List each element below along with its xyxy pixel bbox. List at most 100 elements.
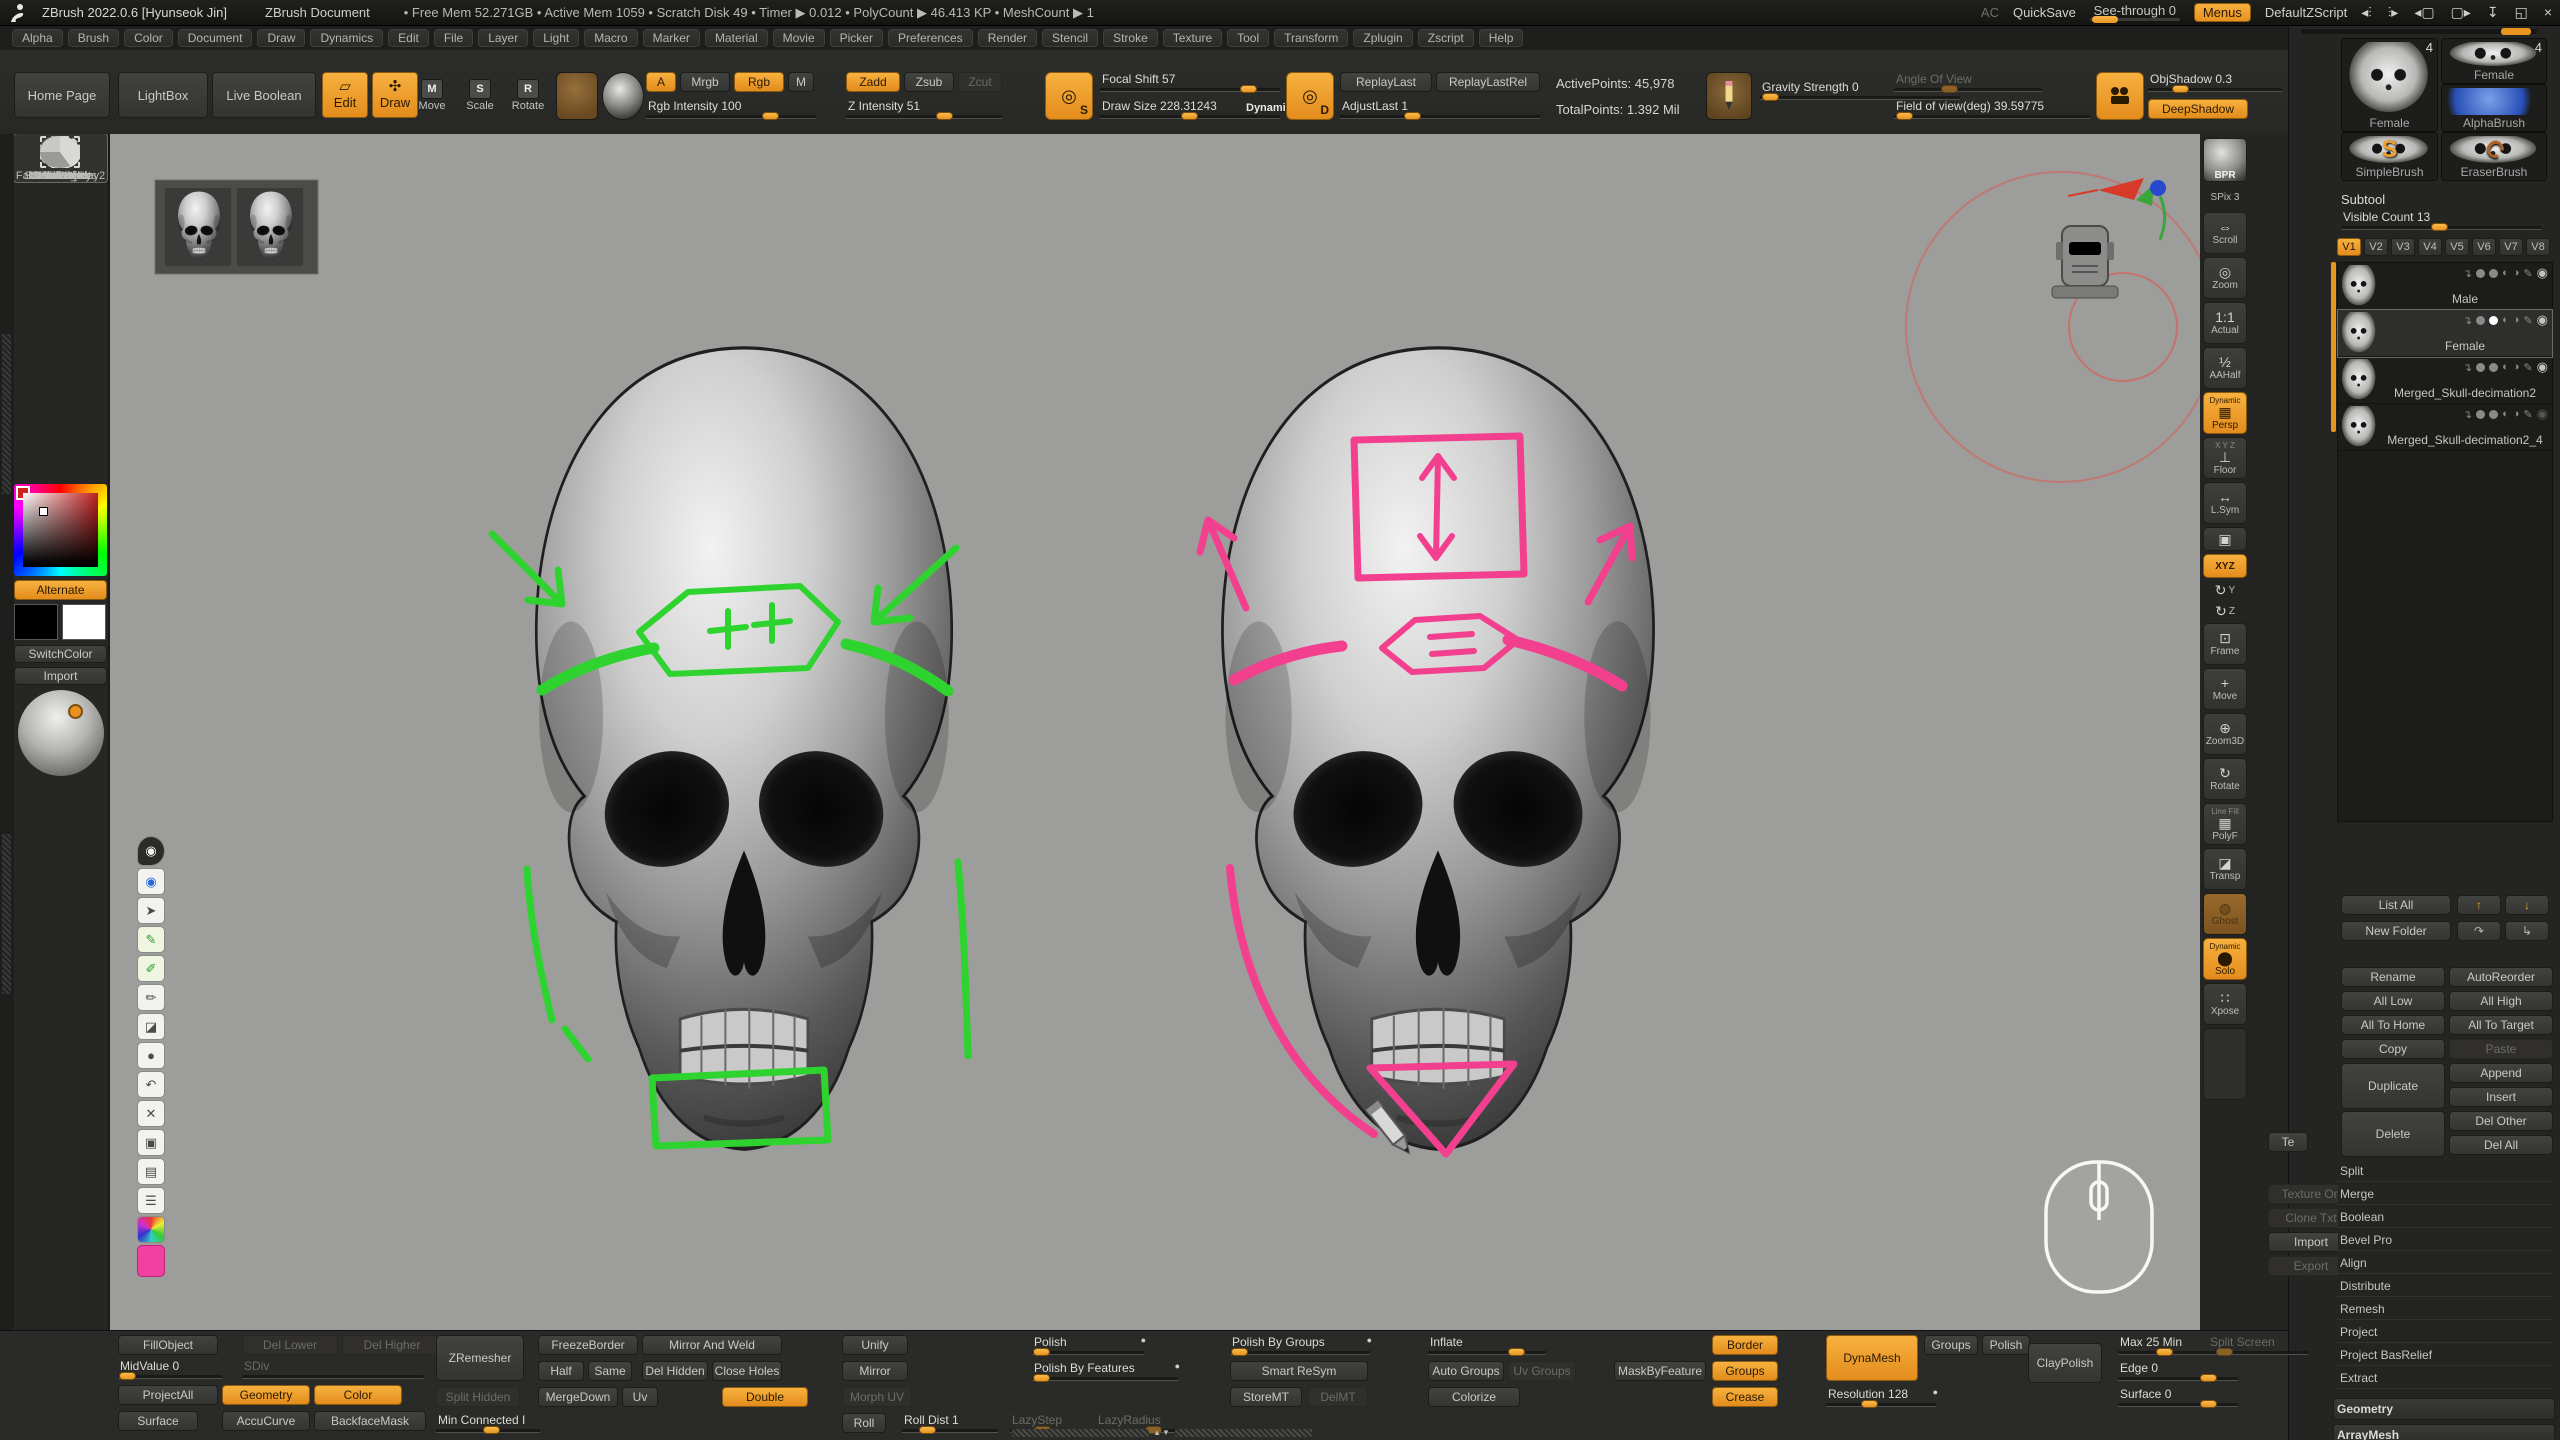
subtool-action-button[interactable]: Bevel Pro: [2337, 1229, 2553, 1251]
menu-item[interactable]: Render: [978, 29, 1037, 47]
current-material-slot[interactable]: [602, 72, 644, 120]
obj-shadow-slider[interactable]: ObjShadow 0.3: [2148, 72, 2282, 92]
view-control-button[interactable]: XYZ: [2203, 554, 2247, 578]
close-icon[interactable]: ×: [2544, 4, 2552, 21]
menu-item[interactable]: Brush: [68, 29, 119, 47]
subtool-action-button[interactable]: Del All: [2449, 1135, 2553, 1155]
import-button[interactable]: Import: [14, 667, 107, 685]
menu-item[interactable]: Tool: [1227, 29, 1269, 47]
subtool-action-button[interactable]: Del Other: [2449, 1111, 2553, 1131]
bottom-toolbar-control[interactable]: Mirror: [842, 1361, 908, 1381]
bottom-toolbar-control[interactable]: Uv: [622, 1387, 658, 1407]
menu-item[interactable]: Picker: [830, 29, 883, 47]
subtool-action-button[interactable]: All Low: [2341, 991, 2445, 1011]
menu-item[interactable]: Zscript: [1418, 29, 1474, 47]
menu-item[interactable]: Edit: [388, 29, 429, 47]
dynamic-size-icon[interactable]: ◎D: [1286, 72, 1334, 120]
divider-right-icon[interactable]: ⫶▸: [2388, 4, 2399, 21]
bottom-toolbar-control[interactable]: DynaMesh: [1826, 1335, 1918, 1381]
bottom-toolbar-control[interactable]: StoreMT: [1230, 1387, 1302, 1407]
tool-thumbnail-tile[interactable]: SimpleBrush: [2341, 132, 2438, 181]
bottom-toolbar-control[interactable]: DelMT: [1308, 1387, 1368, 1407]
bottom-toolbar-control[interactable]: FreezeBorder: [538, 1335, 638, 1355]
view-control-button[interactable]: ½ AAHalf: [2203, 347, 2247, 389]
bottom-toolbar-control[interactable]: Uv Groups: [1508, 1361, 1576, 1381]
deep-shadow-button[interactable]: DeepShadow: [2148, 99, 2248, 119]
view-control-button[interactable]: ↻ Z: [2203, 602, 2247, 620]
annotation-tool-button[interactable]: ▣: [137, 1129, 165, 1156]
menus-button[interactable]: Menus: [2194, 3, 2251, 22]
bottom-toolbar-control[interactable]: Half: [538, 1361, 584, 1381]
texture-action-button[interactable]: Clone Txt: [2268, 1208, 2338, 1228]
subtool-action-button[interactable]: Boolean: [2337, 1206, 2553, 1228]
view-control-button[interactable]: ◪ Transp: [2203, 848, 2247, 890]
rgb-intensity-slider[interactable]: Rgb Intensity 100: [646, 99, 816, 119]
bottom-toolbar-control[interactable]: Same: [588, 1361, 632, 1381]
visibility-tab[interactable]: V5: [2445, 238, 2469, 256]
minimize-icon[interactable]: ↧: [2487, 4, 2499, 21]
gravity-pencil-icon[interactable]: [1706, 72, 1752, 120]
annotation-tool-button[interactable]: ✏: [137, 984, 165, 1011]
menu-item[interactable]: Marker: [643, 29, 700, 47]
bottom-toolbar-control[interactable]: Split Screen: [2208, 1335, 2308, 1355]
texture-palette-header[interactable]: Te: [2268, 1132, 2308, 1152]
bottom-toolbar-control[interactable]: Morph UV: [842, 1387, 912, 1407]
scale-mode-button[interactable]: SScale: [458, 72, 502, 118]
bottom-toolbar-control[interactable]: SDiv: [242, 1359, 424, 1379]
bottom-toolbar-control[interactable]: MaskByFeature: [1614, 1361, 1706, 1381]
subtool-action-button[interactable]: Append: [2449, 1063, 2553, 1083]
bottom-toolbar-control[interactable]: Inflate: [1428, 1335, 1546, 1355]
subtool-action-button[interactable]: Duplicate: [2341, 1063, 2445, 1109]
menu-item[interactable]: Stroke: [1103, 29, 1158, 47]
visibility-tab[interactable]: V8: [2526, 238, 2550, 256]
bottom-toolbar-control[interactable]: Geometry: [222, 1385, 310, 1405]
menu-item[interactable]: Dynamics: [310, 29, 383, 47]
bottom-toolbar-control[interactable]: Groups: [1924, 1335, 1978, 1355]
menu-item[interactable]: Layer: [478, 29, 528, 47]
material-preview-sphere[interactable]: [18, 690, 104, 776]
tool-thumbnail-tile[interactable]: EraserBrush: [2441, 132, 2547, 181]
secondary-color-swatch[interactable]: [62, 604, 106, 640]
divider-left-icon[interactable]: ◂⫶: [2361, 4, 2372, 21]
view-control-button[interactable]: Dynamic ▦ Persp: [2203, 392, 2247, 434]
adjust-last-slider[interactable]: AdjustLast 1: [1340, 99, 1540, 119]
angle-of-view-slider[interactable]: Angle Of View: [1894, 72, 2042, 92]
annotation-tool-button[interactable]: ▤: [137, 1158, 165, 1185]
subtool-action-button[interactable]: ↷: [2457, 921, 2501, 941]
subtool-action-button[interactable]: Rename: [2341, 967, 2445, 987]
bottom-toolbar-control[interactable]: Color: [314, 1385, 402, 1405]
bottom-toolbar-control[interactable]: MidValue 0: [118, 1359, 222, 1379]
bottom-toolbar-control[interactable]: MergeDown: [538, 1387, 618, 1407]
bottom-toolbar-control[interactable]: Unify: [842, 1335, 908, 1355]
replay-last-rel-button[interactable]: ReplayLastRel: [1436, 72, 1540, 92]
subtool-action-button[interactable]: Copy: [2341, 1039, 2445, 1059]
subtool-action-button[interactable]: Extract: [2337, 1367, 2553, 1389]
subtool-item[interactable]: ↴ ◐◑ ✎◉ Male: [2338, 263, 2552, 310]
view-control-button[interactable]: ↻ Y: [2203, 581, 2247, 599]
annotation-tool-button[interactable]: ◉: [137, 868, 165, 895]
dynamic-label[interactable]: Dynamic: [1246, 102, 1292, 114]
bottom-toolbar-control[interactable]: Polish: [1982, 1335, 2030, 1355]
bottom-toolbar-control[interactable]: BackfaceMask: [314, 1411, 426, 1431]
replay-last-button[interactable]: ReplayLast: [1340, 72, 1432, 92]
subtool-action-button[interactable]: ↑: [2457, 895, 2501, 915]
menu-item[interactable]: Texture: [1163, 29, 1222, 47]
bottom-toolbar-control[interactable]: Double: [722, 1387, 808, 1407]
bottom-toolbar-control[interactable]: FillObject: [118, 1335, 218, 1355]
view-control-button[interactable]: SPix 3: [2203, 185, 2247, 209]
layout-next-icon[interactable]: ▢▸: [2451, 4, 2471, 21]
annotation-tool-button[interactable]: ◪: [137, 1013, 165, 1040]
m-button[interactable]: M: [788, 72, 814, 92]
bottom-toolbar-control[interactable]: AccuCurve: [222, 1411, 310, 1431]
default-zscript-button[interactable]: DefaultZScript: [2265, 5, 2347, 20]
annotation-tool-button[interactable]: ✕: [137, 1100, 165, 1127]
visibility-tab[interactable]: V4: [2418, 238, 2442, 256]
main-color-swatch[interactable]: [14, 604, 58, 640]
subtool-action-button[interactable]: All To Home: [2341, 1015, 2445, 1035]
subtool-action-button[interactable]: New Folder: [2341, 921, 2451, 941]
see-through-slider[interactable]: See-through 0: [2090, 5, 2180, 21]
subtool-action-button[interactable]: Paste: [2449, 1039, 2553, 1059]
subtool-action-button[interactable]: Distribute: [2337, 1275, 2553, 1297]
subtool-section-title[interactable]: Subtool: [2341, 192, 2385, 207]
view-control-button[interactable]: [2203, 1028, 2247, 1100]
